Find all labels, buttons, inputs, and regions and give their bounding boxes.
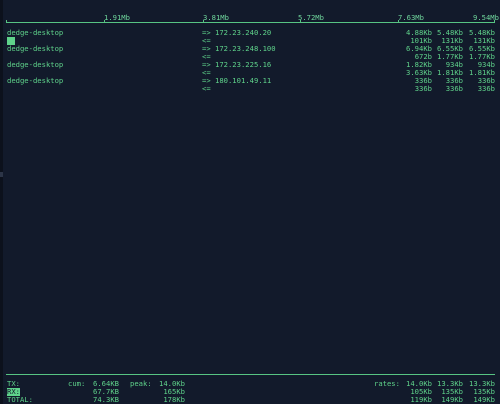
window-left-edge [0,0,3,404]
host-name[interactable]: dedge-desktop [7,61,63,69]
scale-tickmark [104,20,105,23]
host-name[interactable]: dedge-desktop [7,77,63,85]
peer-address[interactable]: 180.101.49.11 [215,77,271,85]
rates-label: rates: [374,379,400,388]
peer-address[interactable]: 172.23.248.100 [215,45,276,53]
scale-tick-label: 5.72Mb [298,13,324,22]
scale-tickmark [203,20,204,23]
scale-tick-label: 1.91Mb [104,13,130,22]
scale-tick-label: 3.81Mb [203,13,229,22]
scale-tickmark [494,20,495,23]
peer-address[interactable]: 172.23.225.16 [215,61,271,69]
total-peak: 178Kb [163,395,185,404]
scale-tickmark [6,20,7,23]
total-rate-2s: 119Kb [410,395,432,404]
rx-rate-2s: 336b [414,84,432,93]
direction-in: <= [202,84,211,93]
host-name[interactable]: dedge-desktop [7,29,63,37]
scrollbar-thumb[interactable] [0,172,3,177]
scale-tickmark [398,20,399,23]
scale-tick-label: 7.63Mb [398,13,424,22]
total-cumulative: 74.3KB [93,395,119,404]
scale-tick-label: 9.54Mb [473,13,499,22]
peer-address[interactable]: 172.23.240.20 [215,29,271,37]
total-label: TOTAL: [7,395,33,404]
host-name[interactable]: dedge-desktop [7,45,63,53]
total-rate-40s: 149Kb [473,395,495,404]
rx-rate-10s: 336b [445,84,463,93]
total-rate-10s: 149Kb [441,395,463,404]
footer-divider [6,374,495,375]
scale-axis-line [6,22,495,23]
scale-tickmark [300,20,301,23]
rx-rate-40s: 336b [477,84,495,93]
